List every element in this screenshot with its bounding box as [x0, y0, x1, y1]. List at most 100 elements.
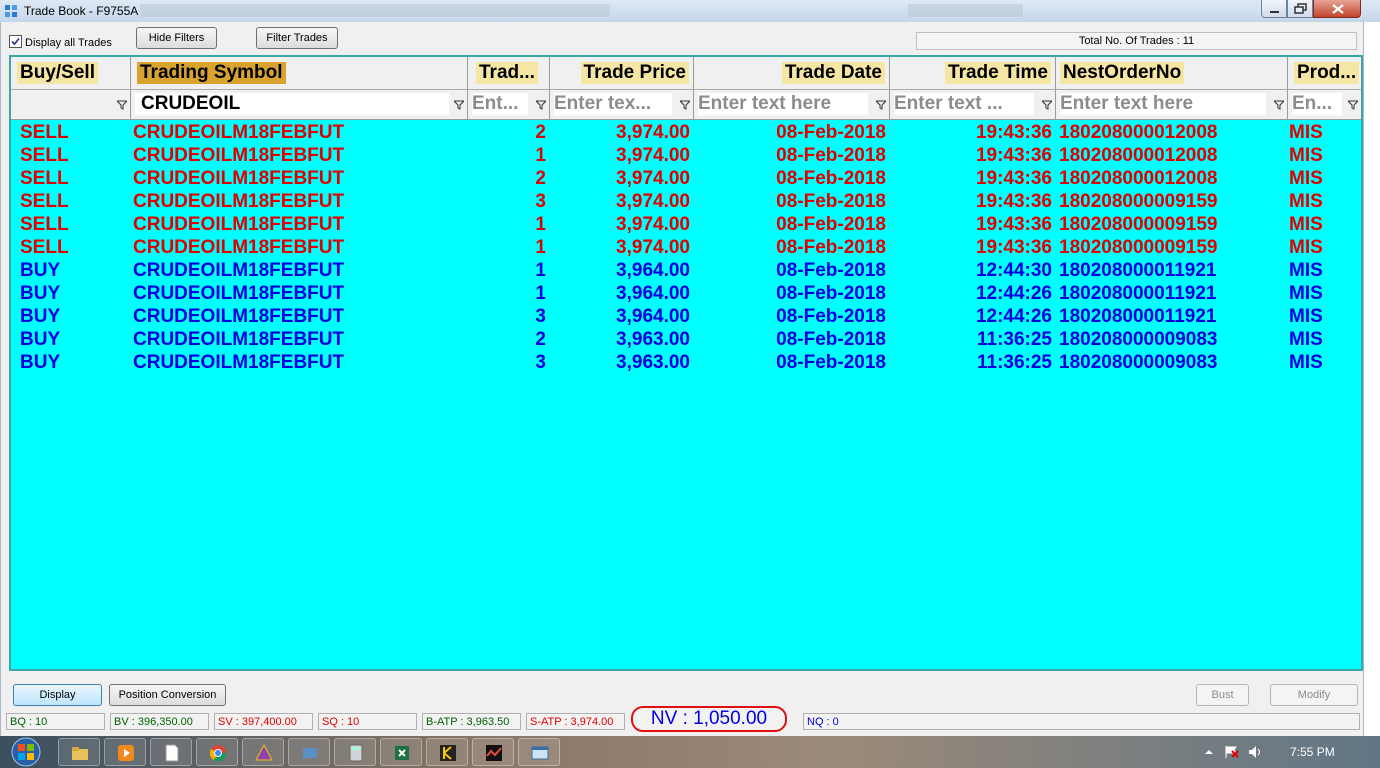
table-row[interactable]: SELL CRUDEOILM18FEBFUT 2 3,974.00 08-Feb-201…: [11, 121, 1361, 144]
trading-app-icon[interactable]: [426, 738, 468, 766]
column-header-trade-time[interactable]: Trade Time: [890, 57, 1056, 89]
filter-icon[interactable]: [454, 100, 464, 110]
filter-input-product[interactable]: En...: [1292, 93, 1342, 115]
filter-cell-trade-time[interactable]: Enter text ...: [890, 90, 1056, 119]
filter-input-trade-date[interactable]: Enter text here: [698, 93, 868, 115]
cell-trade-qty: 1: [535, 237, 546, 258]
filter-input-nest-order-no[interactable]: Enter text here: [1060, 93, 1266, 115]
cell-buy-sell: SELL: [20, 145, 69, 166]
table-row[interactable]: BUY CRUDEOILM18FEBFUT 2 3,963.00 08-Feb-2018…: [11, 328, 1361, 351]
file-explorer-icon[interactable]: [58, 738, 100, 766]
column-header-trading-symbol[interactable]: Trading Symbol: [131, 57, 468, 89]
column-header-label: Trade Price: [580, 62, 689, 84]
title-bar: Trade Book - F9755A: [0, 0, 1380, 22]
filter-icon[interactable]: [680, 100, 690, 110]
filter-cell-trade-date[interactable]: Enter text here: [694, 90, 890, 119]
cell-product: MIS: [1289, 260, 1323, 281]
filter-trades-button[interactable]: Filter Trades: [256, 27, 338, 49]
modify-button[interactable]: Modify: [1270, 684, 1358, 706]
cell-product: MIS: [1289, 145, 1323, 166]
position-conversion-button[interactable]: Position Conversion: [109, 684, 226, 706]
column-header-product[interactable]: Prod...: [1288, 57, 1361, 89]
bust-button[interactable]: Bust: [1196, 684, 1249, 706]
paint-icon[interactable]: [242, 738, 284, 766]
cell-trade-qty: 2: [535, 122, 546, 143]
window-app-icon[interactable]: [518, 738, 560, 766]
table-row[interactable]: SELL CRUDEOILM18FEBFUT 1 3,974.00 08-Feb-201…: [11, 236, 1361, 259]
filter-icon[interactable]: [117, 100, 127, 110]
network-icon[interactable]: [288, 738, 330, 766]
cell-buy-sell: SELL: [20, 191, 69, 212]
show-hidden-icons-icon[interactable]: [1204, 747, 1214, 757]
table-row[interactable]: SELL CRUDEOILM18FEBFUT 1 3,974.00 08-Feb-201…: [11, 213, 1361, 236]
filter-input-trade-qty[interactable]: Ent...: [472, 93, 528, 115]
cell-trading-symbol: CRUDEOILM18FEBFUT: [133, 191, 345, 212]
table-row[interactable]: SELL CRUDEOILM18FEBFUT 2 3,974.00 08-Feb-201…: [11, 167, 1361, 190]
cell-trade-date: 08-Feb-2018: [776, 329, 886, 350]
column-header-trade-date[interactable]: Trade Date: [694, 57, 890, 89]
windows-start-icon[interactable]: [2, 736, 50, 768]
cell-nest-order-no: 180208000012008: [1059, 145, 1218, 166]
network-share-icon: [303, 748, 317, 758]
triangle-app-icon: [255, 744, 273, 761]
filter-input-trade-price[interactable]: Enter tex...: [554, 93, 672, 115]
filter-input-trading-symbol[interactable]: CRUDEOIL: [135, 93, 449, 115]
checkbox-box[interactable]: [9, 35, 22, 48]
desktop-strip: [1364, 22, 1380, 736]
filter-row: CRUDEOIL Ent... Enter tex... Enter text …: [11, 90, 1361, 120]
filter-icon[interactable]: [1274, 100, 1284, 110]
filter-icon[interactable]: [536, 100, 546, 110]
filter-input-trade-time[interactable]: Enter text ...: [894, 93, 1034, 115]
excel-icon[interactable]: [380, 738, 422, 766]
column-header-buy-sell[interactable]: Buy/Sell: [11, 57, 131, 89]
filter-cell-buy-sell[interactable]: [11, 90, 131, 119]
filter-cell-trading-symbol[interactable]: CRUDEOIL: [131, 90, 468, 119]
taskbar-clock[interactable]: 7:55 PM: [1290, 745, 1335, 759]
column-header-label: Trading Symbol: [137, 62, 286, 84]
display-button[interactable]: Display: [13, 684, 102, 706]
chrome-browser-icon: [209, 745, 227, 762]
close-button[interactable]: [1313, 0, 1361, 18]
toolbar: Display all Trades Hide Filters Filter T…: [1, 22, 1363, 54]
status-sq: SQ : 10: [318, 713, 417, 730]
media-player-icon[interactable]: [104, 738, 146, 766]
filter-cell-nest-order-no[interactable]: Enter text here: [1056, 90, 1288, 119]
status-bv: BV : 396,350.00: [110, 713, 209, 730]
table-row[interactable]: SELL CRUDEOILM18FEBFUT 1 3,974.00 08-Feb-201…: [11, 144, 1361, 167]
cell-trade-price: 3,974.00: [616, 122, 690, 143]
table-row[interactable]: BUY CRUDEOILM18FEBFUT 3 3,963.00 08-Feb-2018…: [11, 351, 1361, 374]
filter-icon[interactable]: [876, 100, 886, 110]
app-window-icon: [531, 746, 549, 760]
volume-icon[interactable]: [1248, 745, 1264, 759]
cell-trade-time: 12:44:30: [975, 260, 1052, 281]
table-row[interactable]: SELL CRUDEOILM18FEBFUT 3 3,974.00 08-Feb-201…: [11, 190, 1361, 213]
cell-trade-qty: 3: [535, 191, 546, 212]
display-all-trades-checkbox[interactable]: Display all Trades: [9, 35, 112, 49]
table-row[interactable]: BUY CRUDEOILM18FEBFUT 1 3,964.00 08-Feb-2018…: [11, 259, 1361, 282]
table-row[interactable]: BUY CRUDEOILM18FEBFUT 3 3,964.00 08-Feb-2018…: [11, 305, 1361, 328]
trade-book-window: Display all Trades Hide Filters Filter T…: [0, 22, 1364, 736]
filter-cell-product[interactable]: En...: [1288, 90, 1361, 119]
filter-icon[interactable]: [1042, 100, 1052, 110]
hide-filters-button[interactable]: Hide Filters: [136, 27, 217, 49]
action-center-flag-icon[interactable]: [1224, 745, 1240, 759]
filter-cell-trade-qty[interactable]: Ent...: [468, 90, 550, 119]
minimize-button[interactable]: [1261, 0, 1287, 18]
maximize-button[interactable]: [1287, 0, 1313, 18]
cell-trade-price: 3,974.00: [616, 237, 690, 258]
document-icon[interactable]: [150, 738, 192, 766]
column-header-nest-order-no[interactable]: NestOrderNo: [1056, 57, 1288, 89]
table-row[interactable]: BUY CRUDEOILM18FEBFUT 1 3,964.00 08-Feb-2018…: [11, 282, 1361, 305]
column-header-label: Trade Date: [781, 62, 885, 84]
close-icon: [1332, 4, 1344, 14]
system-tray: [1196, 736, 1380, 768]
cell-trade-time: 12:44:26: [975, 283, 1052, 304]
chart-app-icon[interactable]: [472, 738, 514, 766]
filter-icon[interactable]: [1348, 100, 1358, 110]
cell-trading-symbol: CRUDEOILM18FEBFUT: [133, 352, 345, 373]
filter-cell-trade-price[interactable]: Enter tex...: [550, 90, 694, 119]
calculator-icon[interactable]: [334, 738, 376, 766]
chrome-icon[interactable]: [196, 738, 238, 766]
column-header-trade-qty[interactable]: Trad...: [468, 57, 550, 89]
column-header-trade-price[interactable]: Trade Price: [550, 57, 694, 89]
